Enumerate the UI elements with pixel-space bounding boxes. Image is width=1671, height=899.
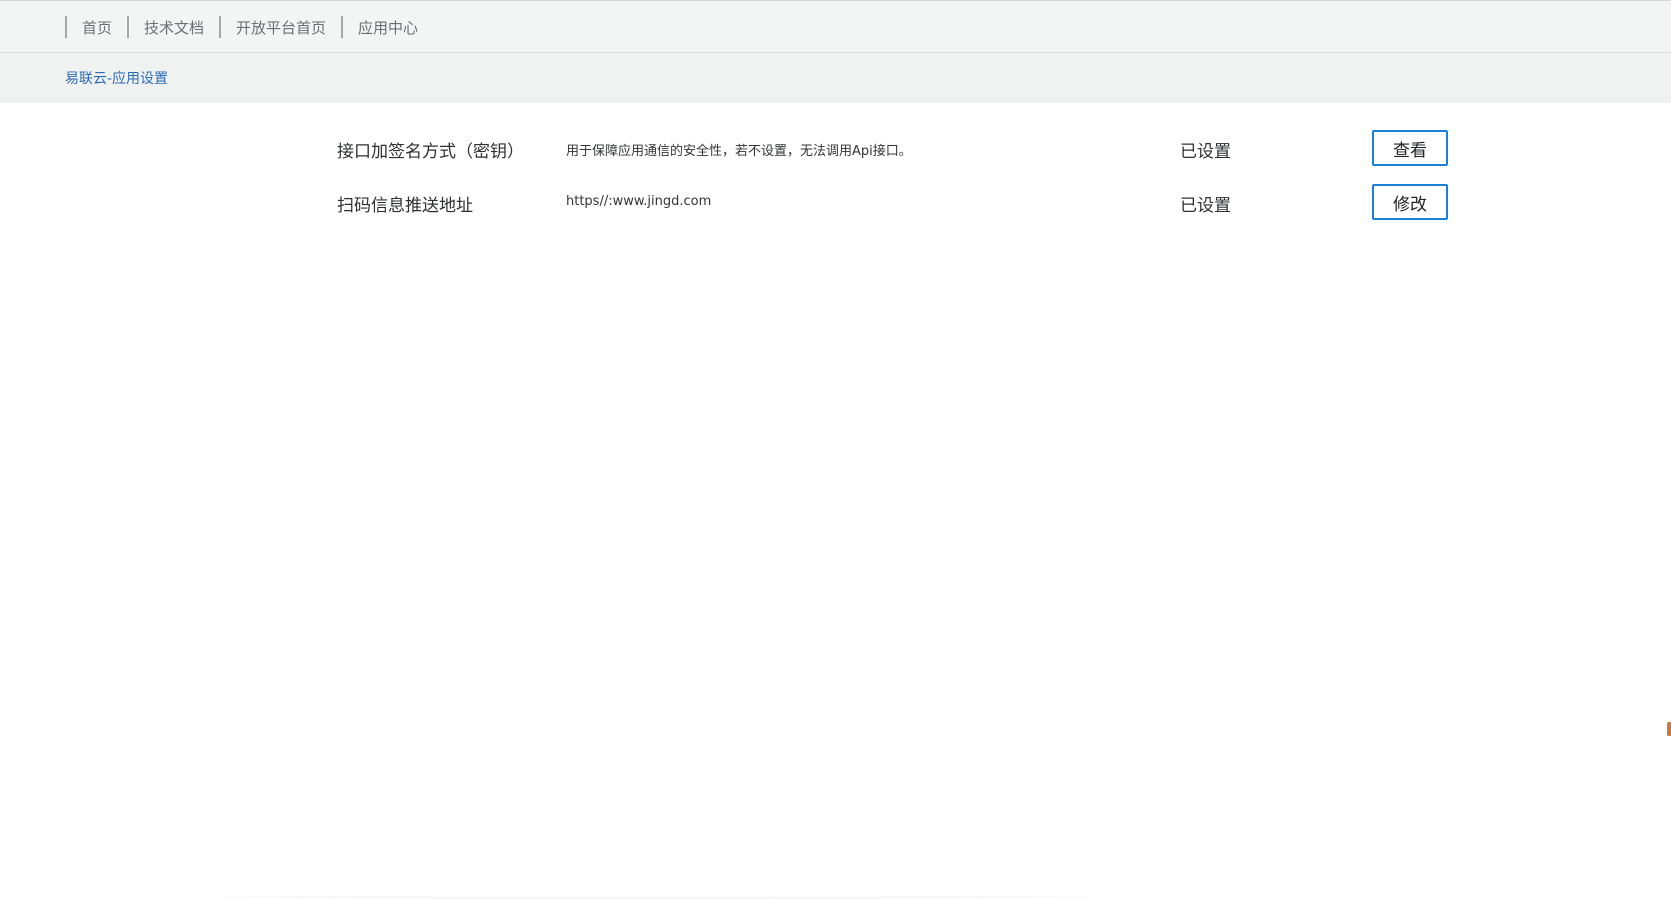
nav-link-tech-docs[interactable]: 技术文档 (127, 16, 219, 38)
nav-link-open-platform-home[interactable]: 开放平台首页 (219, 16, 341, 38)
view-button[interactable]: 查看 (1372, 130, 1448, 166)
setting-row-signature-key: 接口加签名方式（密钥） 用于保障应用通信的安全性，若不设置，无法调用Api接口。… (0, 128, 1671, 168)
setting-row-scan-push-url: 扫码信息推送地址 https//:www.jingd.com 已设置 修改 (0, 182, 1671, 222)
nav-link-app-center[interactable]: 应用中心 (341, 16, 433, 38)
setting-status: 已设置 (1180, 196, 1231, 216)
setting-description: 用于保障应用通信的安全性，若不设置，无法调用Api接口。 (566, 144, 912, 159)
setting-description: https//:www.jingd.com (566, 194, 712, 209)
setting-label: 扫码信息推送地址 (337, 196, 473, 216)
floating-widget-tab[interactable] (1667, 722, 1671, 736)
nav-links: 首页 技术文档 开放平台首页 应用中心 (65, 16, 433, 38)
setting-status: 已设置 (1180, 142, 1231, 162)
page-title-link[interactable]: 易联云-应用设置 (65, 68, 168, 88)
bottom-shadow-divider (220, 895, 1090, 899)
sub-header-bar: 易联云-应用设置 (0, 53, 1671, 103)
top-navigation-bar: 首页 技术文档 开放平台首页 应用中心 (0, 0, 1671, 53)
nav-link-home[interactable]: 首页 (65, 16, 127, 38)
setting-label: 接口加签名方式（密钥） (337, 142, 524, 162)
edit-button[interactable]: 修改 (1372, 184, 1448, 220)
